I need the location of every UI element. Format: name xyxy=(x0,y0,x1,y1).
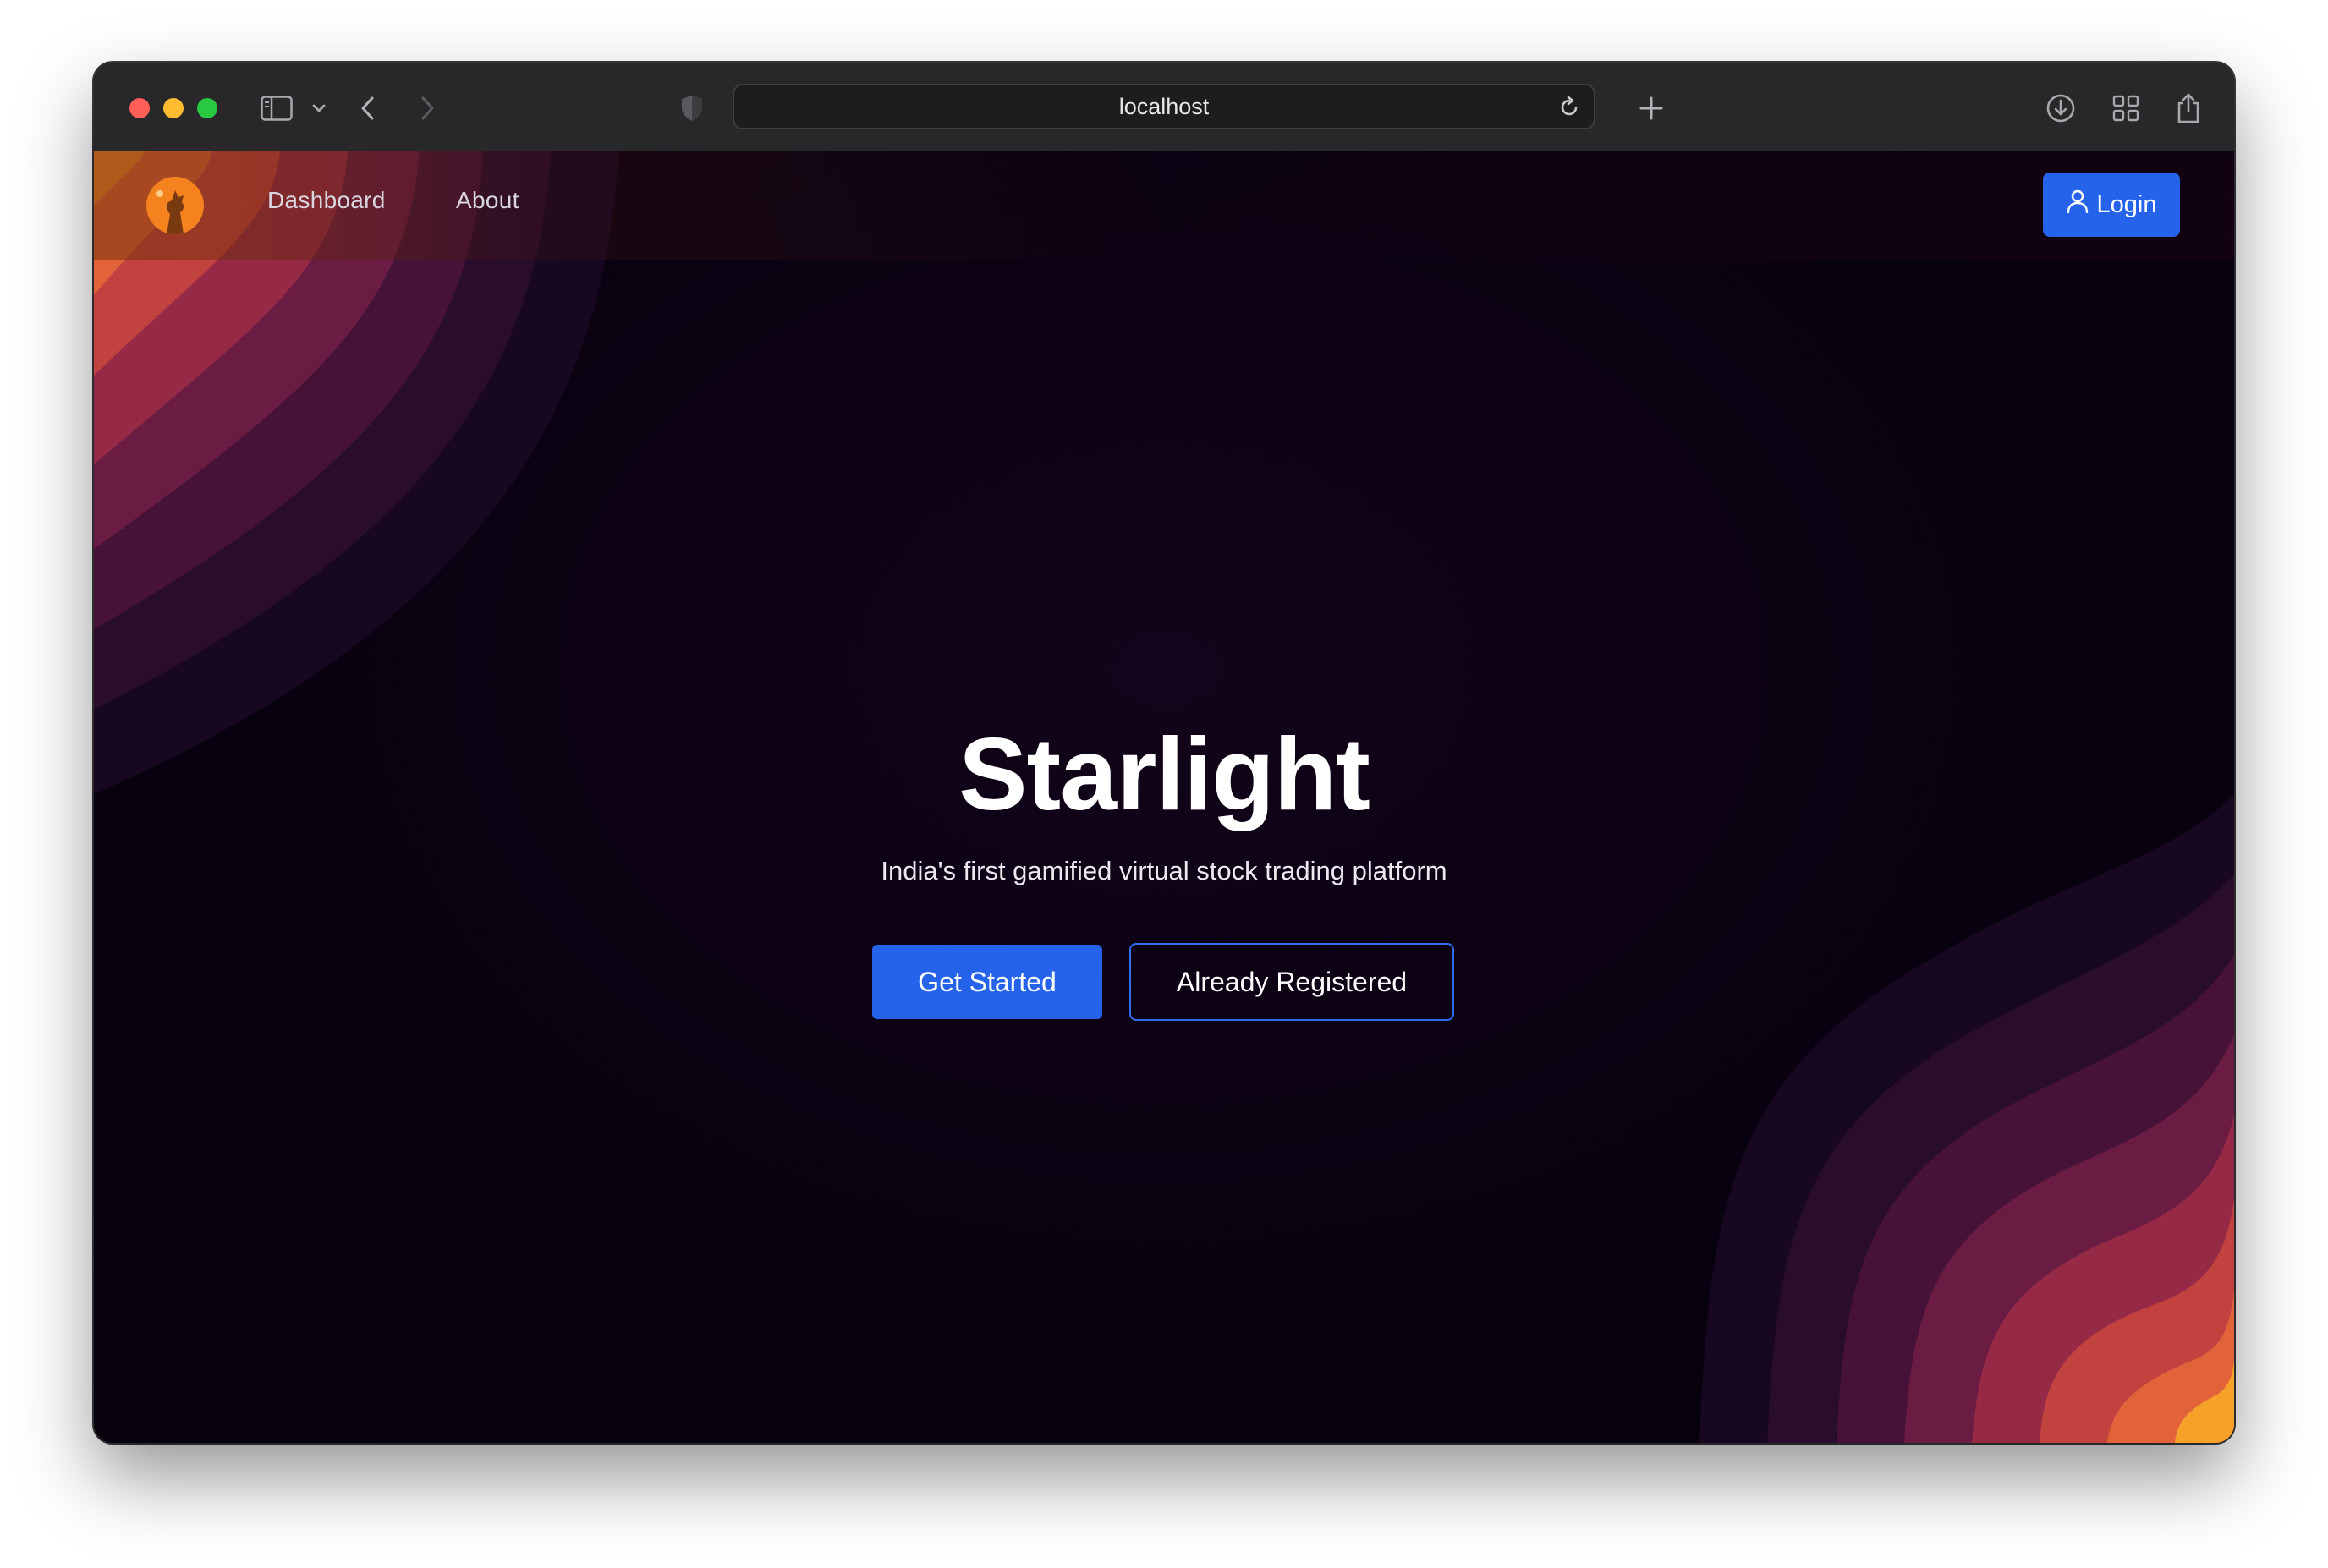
tabs-overview-icon[interactable] xyxy=(2106,88,2146,129)
new-tab-icon[interactable] xyxy=(1631,88,1672,129)
get-started-button[interactable]: Get Started xyxy=(872,945,1102,1019)
maximize-window-button[interactable] xyxy=(197,98,217,118)
wolf-logo-icon[interactable] xyxy=(146,177,204,234)
already-registered-button[interactable]: Already Registered xyxy=(1129,943,1454,1021)
reload-icon[interactable] xyxy=(1557,95,1582,124)
share-icon[interactable] xyxy=(2168,88,2209,129)
bottom-right-waves xyxy=(1699,794,2234,1443)
login-button[interactable]: Login xyxy=(2043,173,2180,237)
browser-titlebar: localhost xyxy=(94,63,2234,153)
login-label: Login xyxy=(2096,190,2157,218)
site-navbar: Dashboard About Login xyxy=(94,151,2234,260)
download-icon[interactable] xyxy=(2040,88,2081,129)
url-text: localhost xyxy=(1118,93,1210,119)
minimize-window-button[interactable] xyxy=(163,98,184,118)
nav-link-about[interactable]: About xyxy=(456,187,519,214)
hero-subtitle: India's first gamified virtual stock tra… xyxy=(881,856,1447,885)
browser-window: localhost Dashboard About Login Starligh… xyxy=(94,63,2234,1443)
hero-title: Starlight xyxy=(958,716,1370,831)
forward-icon[interactable] xyxy=(407,88,447,129)
back-icon[interactable] xyxy=(348,88,388,129)
page-content: Dashboard About Login Starlight India's … xyxy=(94,151,2234,1443)
user-icon xyxy=(2067,189,2089,220)
shield-icon xyxy=(672,88,712,129)
address-bar[interactable]: localhost xyxy=(733,84,1595,129)
nav-link-dashboard[interactable]: Dashboard xyxy=(267,187,386,214)
chevron-down-icon[interactable] xyxy=(299,88,339,129)
close-window-button[interactable] xyxy=(129,98,150,118)
sidebar-icon[interactable] xyxy=(256,88,297,129)
